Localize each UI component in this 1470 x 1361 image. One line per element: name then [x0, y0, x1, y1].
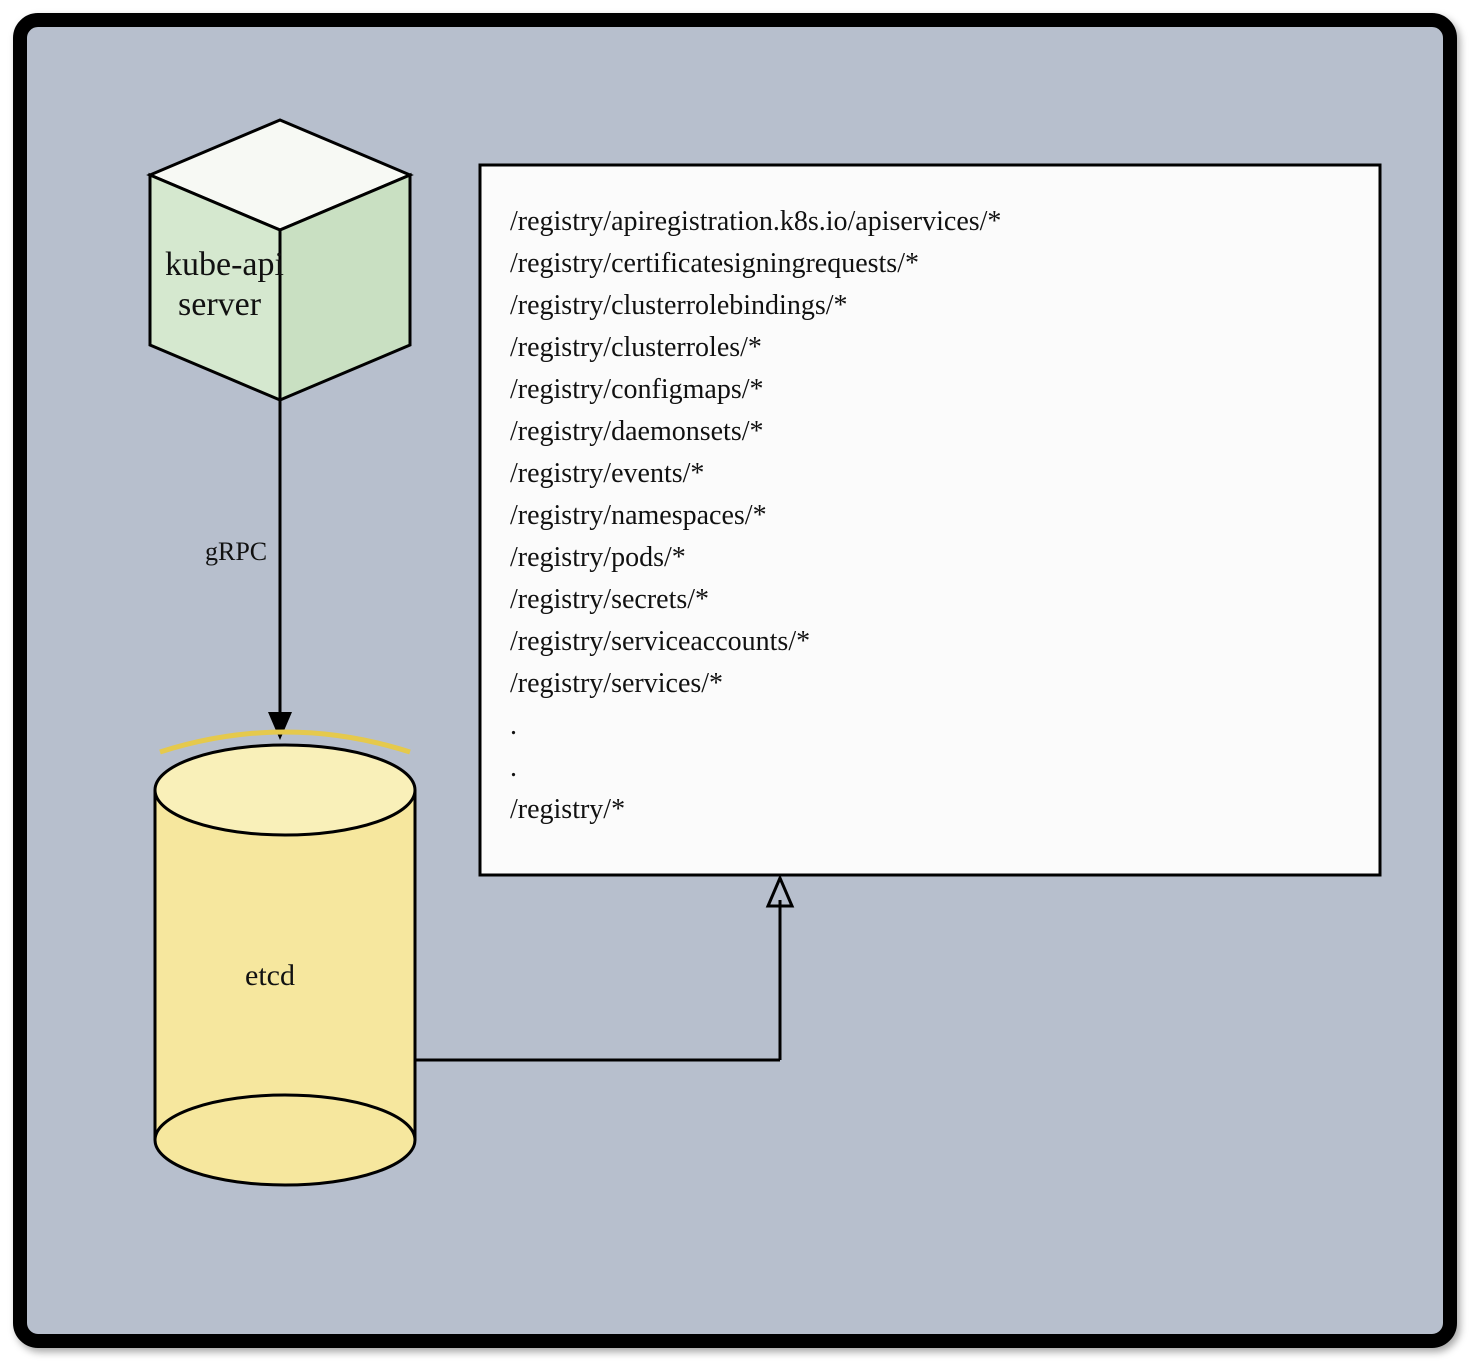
registry-path: /registry/namespaces/*: [510, 500, 767, 531]
registry-path: /registry/events/*: [510, 458, 704, 489]
registry-path: /registry/apiregistration.k8s.io/apiserv…: [510, 206, 1001, 237]
etcd-top: [155, 745, 415, 835]
diagram-root: kube-api server gRPC etcd /registry/apir…: [0, 0, 1470, 1361]
registry-path: .: [510, 710, 517, 741]
registry-path: /registry/daemonsets/*: [510, 416, 764, 447]
kube-api-label-1: kube-api: [165, 246, 284, 283]
registry-path: /registry/serviceaccounts/*: [510, 626, 810, 657]
grpc-label: gRPC: [205, 537, 267, 566]
etcd-bottom: [155, 1095, 415, 1185]
registry-box-group: /registry/apiregistration.k8s.io/apiserv…: [480, 165, 1380, 875]
registry-path: .: [510, 752, 517, 783]
kube-api-label-2: server: [178, 286, 262, 323]
registry-path: /registry/*: [510, 794, 625, 825]
registry-path: /registry/configmaps/*: [510, 374, 764, 405]
registry-path: /registry/secrets/*: [510, 584, 709, 615]
registry-path: /registry/certificatesigningrequests/*: [510, 248, 919, 279]
registry-path: /registry/pods/*: [510, 542, 686, 573]
registry-path: /registry/services/*: [510, 668, 723, 699]
kube-api-cube: kube-api server: [150, 120, 410, 400]
etcd-label: etcd: [245, 959, 295, 992]
registry-path: /registry/clusterrolebindings/*: [510, 290, 848, 321]
registry-path: /registry/clusterroles/*: [510, 332, 762, 363]
etcd-cylinder: etcd: [155, 732, 415, 1185]
diagram-svg: kube-api server gRPC etcd /registry/apir…: [0, 0, 1470, 1361]
